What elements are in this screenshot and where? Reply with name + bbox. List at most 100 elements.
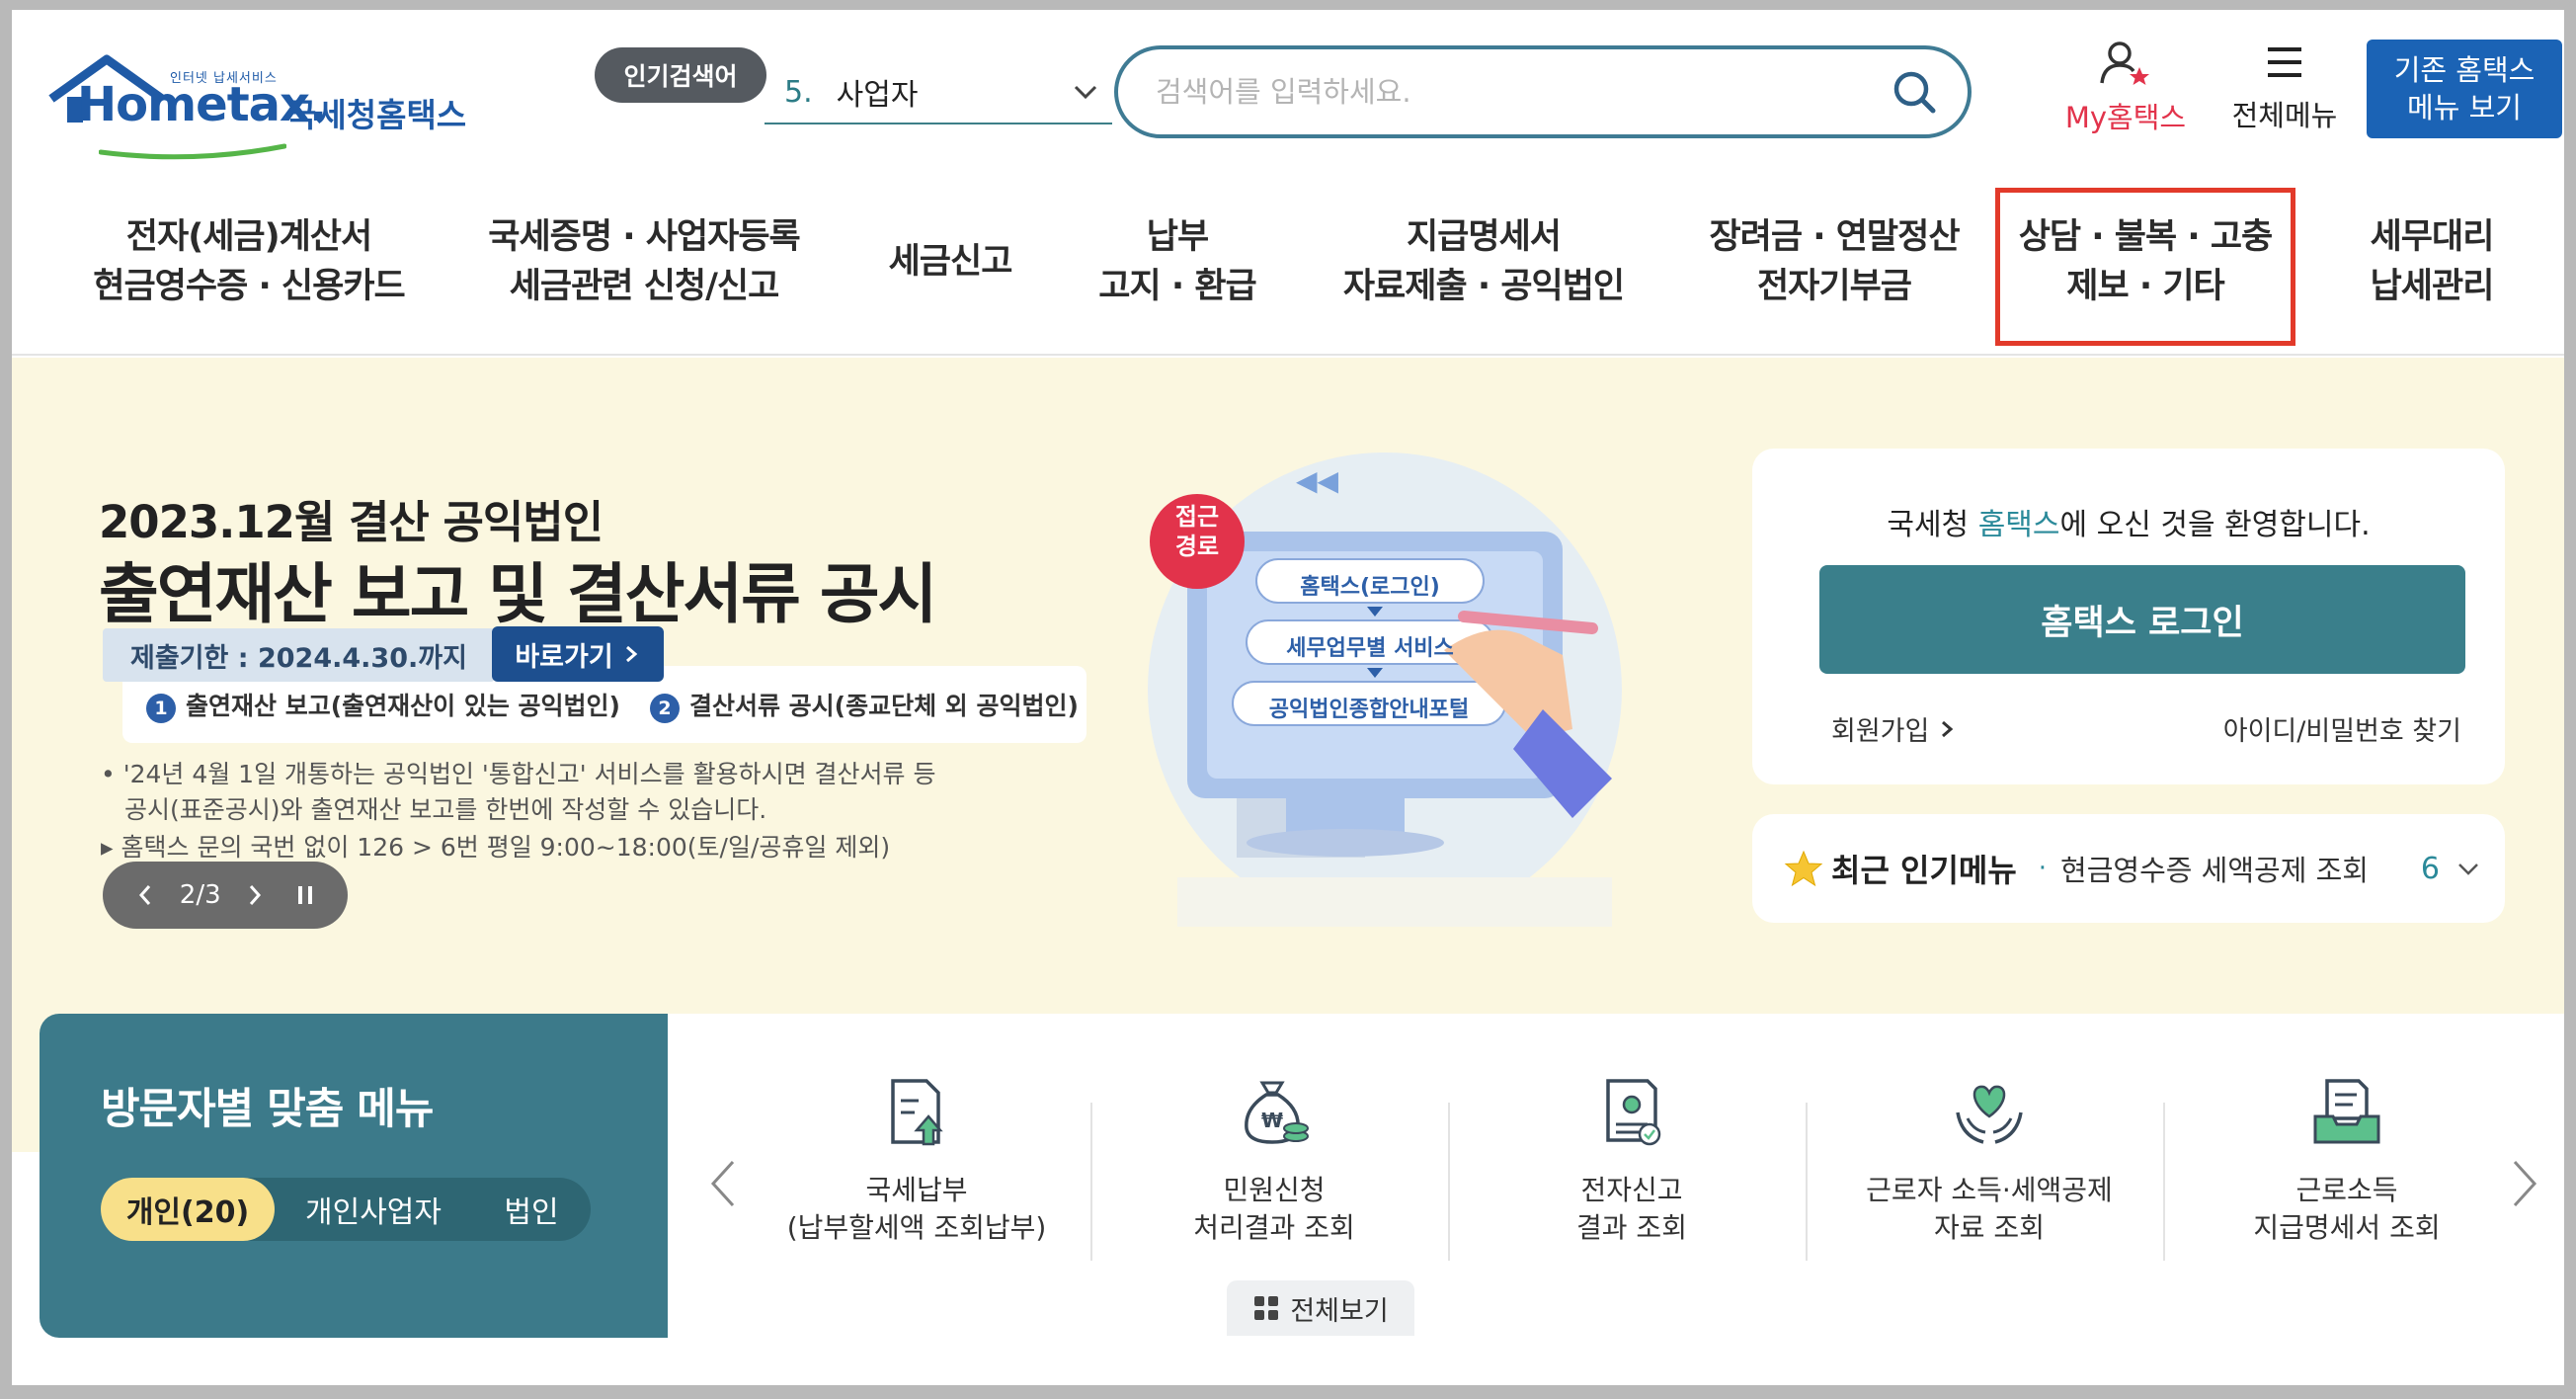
prev-slide-button[interactable] <box>129 875 161 915</box>
signup-link[interactable]: 회원가입 <box>1831 709 1955 748</box>
gnb-label: 세무대리 <box>2370 217 2495 257</box>
banner-illustration: ◀◀ 접근 경로 홈택스(로그인) 세무업무별 서비스 공익법인종합안내포털 <box>1138 443 1651 937</box>
gnb-tax-agent[interactable]: 세무대리 납세관리 <box>2343 207 2521 316</box>
note-line: • '24년 4월 1일 개통하는 공익법인 '통합신고' 서비스를 활용하시면… <box>101 760 936 788</box>
welcome-text: 에 오신 것을 환영합니다. <box>2059 508 2371 542</box>
view-all-button[interactable]: 전체보기 <box>1227 1280 1414 1336</box>
grid-icon <box>1254 1296 1279 1320</box>
bullet-icon: · <box>2038 854 2048 883</box>
quick-civil-request[interactable]: ₩ 민원신청 처리결과 조회 <box>1100 1073 1448 1261</box>
heart-hands-icon <box>1956 1085 2023 1144</box>
recent-popular-item[interactable]: 현금영수증 세액공제 조회 <box>2060 848 2381 889</box>
quick-label-line: 지급명세서 조회 <box>2253 1211 2441 1244</box>
pause-button[interactable] <box>289 875 321 915</box>
main-navigation: 전자(세금)계산서 현금영수증 · 신용카드 국세증명 · 사업자등록 세금관련… <box>12 168 2564 356</box>
view-all-label: 전체보기 <box>1290 1295 1389 1327</box>
gnb-incentives[interactable]: 장려금 · 연말정산 전자기부금 <box>1681 207 1987 316</box>
quick-tax-payment[interactable]: 국세납부 (납부할세액 조회납부) <box>743 1073 1090 1261</box>
path-step-1: 홈택스(로그인) <box>1300 575 1440 600</box>
path-step-3: 공익법인종합안내포털 <box>1268 698 1470 722</box>
gnb-payment[interactable]: 납부 고지 · 환급 <box>1079 207 1276 316</box>
login-button[interactable]: 홈택스 로그인 <box>1819 565 2465 674</box>
access-path-badge: 접근 경로 <box>1158 502 1237 561</box>
tax-payment-icon <box>891 1079 943 1146</box>
visitor-menu: 방문자별 맞춤 메뉴 개인(20) 개인사업자 법인 <box>40 1014 668 1338</box>
divider <box>2163 1103 2165 1261</box>
quick-menu: 국세납부 (납부할세액 조회납부) ₩ 민원신청 처리결과 조회 전자신고 결과… <box>668 1014 2564 1338</box>
step-number: 1 <box>146 693 176 723</box>
step-number: 2 <box>649 693 680 723</box>
money-bag-icon: ₩ <box>1245 1081 1309 1144</box>
quick-label: 근로소득 지급명세서 조회 <box>2173 1172 2521 1247</box>
gnb-label: 세금신고 <box>888 242 1013 282</box>
banner-goto-button[interactable]: 바로가기 <box>492 626 664 682</box>
search-input[interactable] <box>1156 75 1885 109</box>
chevron-down-icon[interactable] <box>1069 75 1102 109</box>
visitor-tabs: 개인(20) 개인사업자 법인 <box>101 1178 591 1241</box>
gnb-certificates[interactable]: 국세증명 · 사업자등록 세금관련 신청/신고 <box>476 207 812 316</box>
gnb-label: 현금영수증 · 신용카드 <box>93 267 405 306</box>
divider <box>1806 1103 1808 1261</box>
search-box <box>1114 45 1972 138</box>
quick-label: 전자신고 결과 조회 <box>1458 1172 1806 1247</box>
gnb-label: 전자(세금)계산서 <box>125 217 372 257</box>
logo-name: 국세청홈택스 <box>286 96 467 134</box>
tab-sole-proprietor[interactable]: 개인사업자 <box>275 1178 472 1241</box>
slide-pager: 2/3 <box>179 880 221 910</box>
gnb-payment-statements[interactable]: 지급명세서 자료제출 · 공익법인 <box>1326 207 1642 316</box>
quick-worker-deduction[interactable]: 근로자 소득·세액공제 자료 조회 <box>1815 1073 2163 1261</box>
banner-deadline: 제출기한 : 2024.4.30.까지 <box>103 628 495 682</box>
gnb-consultation[interactable]: 상담 · 불복 · 고충 제보 · 기타 <box>2007 207 2284 316</box>
gnb-e-invoice[interactable]: 전자(세금)계산서 현금영수증 · 신용카드 <box>81 207 417 316</box>
all-menu-button[interactable]: 전체메뉴 <box>2220 40 2349 138</box>
user-star-icon <box>2100 41 2149 85</box>
quick-label-line: (납부할세액 조회납부) <box>786 1211 1047 1244</box>
login-card: 국세청 홈택스에 오신 것을 환영합니다. 홈택스 로그인 회원가입 아이디/비… <box>1752 449 2505 784</box>
quick-label-line: 근로자 소득·세액공제 <box>1866 1174 2113 1206</box>
popular-search-rank: 5. <box>784 74 813 110</box>
legacy-menu-button[interactable]: 기존 홈택스 메뉴 보기 <box>2367 40 2562 138</box>
quick-e-filing[interactable]: 전자신고 결과 조회 <box>1458 1073 1806 1261</box>
badge-text: 접근 <box>1174 503 1220 531</box>
recent-popular-menu: 최근 인기메뉴 · 현금영수증 세액공제 조회 6 <box>1752 814 2505 923</box>
all-menu-label: 전체메뉴 <box>2231 99 2338 132</box>
document-tray-icon <box>2313 1079 2380 1144</box>
tab-individual[interactable]: 개인(20) <box>101 1178 275 1241</box>
banner-title: 출연재산 보고 및 결산서류 공시 <box>99 556 937 632</box>
banner-step-2: 결산서류 공시(종교단체 외 공익법인) <box>688 691 1079 720</box>
search-button[interactable] <box>1885 62 1944 122</box>
my-hometax-button[interactable]: My홈택스 <box>2047 40 2205 138</box>
welcome-message: 국세청 홈택스에 오신 것을 환영합니다. <box>1752 500 2505 543</box>
gnb-label: 고지 · 환급 <box>1098 267 1256 306</box>
gnb-label: 전자기부금 <box>1756 267 1912 306</box>
chevron-left-icon <box>139 885 151 905</box>
svg-text:◀◀: ◀◀ <box>1296 464 1339 497</box>
banner-note-2: ▸ 홈택스 문의 국번 없이 126 > 6번 평일 9:00~18:00(토/… <box>101 833 891 862</box>
chevron-right-icon <box>625 645 637 663</box>
note-line: 공시(표준공시)와 출연재산 보고를 한번에 작성할 수 있습니다. <box>124 795 767 824</box>
quick-income-statement[interactable]: 근로소득 지급명세서 조회 <box>2173 1073 2521 1261</box>
chevron-right-icon[interactable] <box>2503 1152 2546 1215</box>
gnb-label: 상담 · 불복 · 고충 <box>2018 217 2274 257</box>
hometax-logo[interactable]: 인터넷 납세서비스 Hometax. 국세청홈택스 <box>43 40 478 160</box>
goto-label: 바로가기 <box>515 641 613 673</box>
my-hometax-label: My홈택스 <box>2064 101 2187 134</box>
chevron-left-icon[interactable] <box>701 1152 745 1215</box>
header: 인터넷 납세서비스 Hometax. 국세청홈택스 인기검색어 5. 사업자 검… <box>12 10 2564 168</box>
find-account-link[interactable]: 아이디/비밀번호 찾기 <box>2223 709 2461 748</box>
quick-label-line: 자료 조회 <box>1934 1211 2045 1244</box>
recent-popular-label: 최근 인기메뉴 <box>1831 852 2017 889</box>
logo-swoosh-icon <box>99 143 286 160</box>
next-slide-button[interactable] <box>239 875 271 915</box>
gnb-label: 세금관련 신청/신고 <box>509 267 780 306</box>
divider <box>1448 1103 1450 1261</box>
popular-search-dropdown[interactable]: 5. 사업자 <box>765 61 1112 124</box>
chevron-down-icon[interactable] <box>2452 852 2485 885</box>
gnb-tax-filing[interactable]: 세금신고 <box>861 207 1039 316</box>
tab-corporation[interactable]: 법인 <box>472 1178 591 1241</box>
gnb-label: 지급명세서 <box>1406 217 1562 257</box>
recent-popular-rank: 6 <box>2420 851 2440 886</box>
chevron-right-icon <box>250 885 262 905</box>
pause-icon <box>297 886 312 904</box>
popular-search-term: 사업자 <box>836 78 919 113</box>
